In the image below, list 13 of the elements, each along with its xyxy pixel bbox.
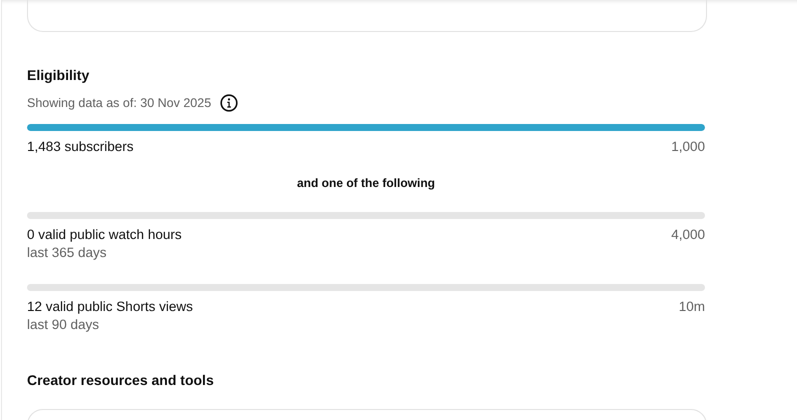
- period-text: last 365 days: [27, 244, 108, 262]
- requirement-label: 0 valid public watch hours: [27, 226, 182, 244]
- requirement-label: 12 valid public Shorts views: [27, 298, 193, 316]
- section-heading: Eligibility: [27, 67, 90, 84]
- requirement-label: 1,483 subscribers: [27, 138, 134, 156]
- period-text: last 90 days: [27, 316, 100, 334]
- data-date-text: Showing data as of: 30 Nov 2025: [27, 96, 212, 110]
- info-icon[interactable]: [220, 94, 238, 112]
- target-value: 10m: [678, 298, 705, 316]
- target-value: 4,000: [671, 226, 705, 244]
- section-heading: Creator resources and tools: [27, 372, 215, 389]
- target-value: 1,000: [671, 138, 705, 156]
- separator-text: and one of the following: [296, 176, 436, 190]
